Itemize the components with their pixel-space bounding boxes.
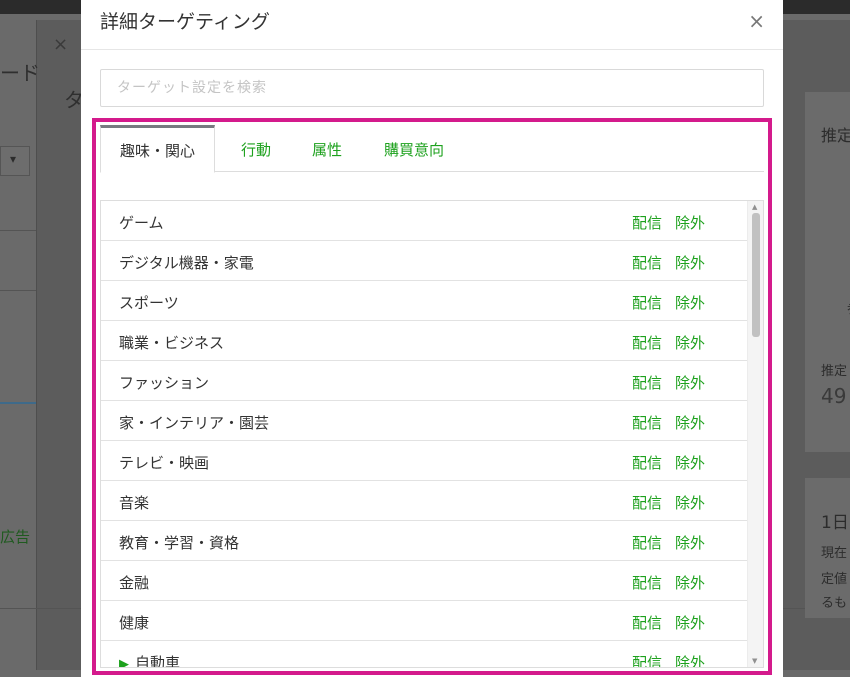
list-item: 家・インテリア・園芸 配信 除外	[101, 401, 763, 441]
exclude-link[interactable]: 除外	[675, 252, 705, 273]
list-item: スポーツ 配信 除外	[101, 281, 763, 321]
background-select: ▾	[0, 146, 30, 176]
exclude-link[interactable]: 除外	[675, 532, 705, 553]
list-item-expandable[interactable]: ▶ 自動車 配信 除外	[101, 641, 763, 667]
list-item-label: スポーツ	[119, 294, 179, 312]
modal-title: 詳細ターゲティング	[100, 11, 270, 33]
exclude-link[interactable]: 除外	[675, 492, 705, 513]
scroll-up-arrow-icon[interactable]: ▲	[752, 203, 757, 211]
deliver-link[interactable]: 配信	[632, 452, 662, 473]
exclude-link[interactable]: 除外	[675, 572, 705, 593]
chevron-down-icon: ▾	[10, 152, 17, 166]
list-item: 音楽 配信 除外	[101, 481, 763, 521]
list-item-label: 教育・学習・資格	[119, 534, 240, 552]
exclude-link[interactable]: 除外	[675, 412, 705, 433]
exclude-link[interactable]: 除外	[675, 332, 705, 353]
list-item: 健康 配信 除外	[101, 601, 763, 641]
list-item-label: デジタル機器・家電	[119, 254, 254, 272]
deliver-link[interactable]: 配信	[632, 252, 662, 273]
detailed-targeting-modal: 詳細ターゲティング × 趣味・関心 行動 属性 購買意向 ゲーム 配信 除外 デ…	[81, 0, 783, 677]
list-item: デジタル機器・家電 配信 除外	[101, 241, 763, 281]
list-item-label: テレビ・映画	[119, 454, 210, 472]
exclude-link[interactable]: 除外	[675, 212, 705, 233]
list-item-label: ▶ 自動車	[119, 652, 180, 667]
background-link-fragment: 広告	[0, 528, 31, 546]
deliver-link[interactable]: 配信	[632, 372, 662, 393]
background-divider	[0, 290, 36, 291]
expand-caret-icon[interactable]: ▶	[119, 657, 129, 667]
list-item-label: 金融	[119, 574, 150, 592]
list-item: ファッション 配信 除外	[101, 361, 763, 401]
list-item-label: 職業・ビジネス	[119, 334, 225, 352]
exclude-link[interactable]: 除外	[675, 372, 705, 393]
modal-header: 詳細ターゲティング ×	[81, 0, 783, 50]
background-heading-fragment: ード	[0, 61, 40, 85]
list-item-label: ファッション	[119, 374, 210, 392]
deliver-link[interactable]: 配信	[632, 332, 662, 353]
list-item: 金融 配信 除外	[101, 561, 763, 601]
tab-purchase-intent[interactable]: 購買意向	[384, 125, 444, 172]
background-estimate-card: 推定 参 推定 49	[805, 92, 850, 452]
deliver-link[interactable]: 配信	[632, 532, 662, 553]
deliver-link[interactable]: 配信	[632, 572, 662, 593]
list-item-label: 家・インテリア・園芸	[119, 414, 270, 432]
list-item: ゲーム 配信 除外	[101, 201, 763, 241]
background-daily-card: 1日 現在 定値 るも	[805, 478, 850, 618]
deliver-link[interactable]: 配信	[632, 412, 662, 433]
deliver-link[interactable]: 配信	[632, 612, 662, 633]
list-item-label: 音楽	[119, 494, 150, 512]
category-list: ゲーム 配信 除外 デジタル機器・家電 配信 除外 スポーツ 配信 除外 職業・…	[100, 200, 764, 668]
tab-attributes[interactable]: 属性	[312, 125, 342, 172]
background-divider	[0, 230, 36, 231]
list-item-label: 健康	[119, 614, 150, 632]
scrollbar-thumb[interactable]	[752, 213, 760, 337]
category-tabs: 趣味・関心 行動 属性 購買意向	[100, 125, 764, 173]
exclude-link[interactable]: 除外	[675, 292, 705, 313]
close-icon[interactable]: ×	[748, 9, 765, 33]
deliver-link[interactable]: 配信	[632, 652, 662, 667]
list-item: 職業・ビジネス 配信 除外	[101, 321, 763, 361]
list-item: テレビ・映画 配信 除外	[101, 441, 763, 481]
tab-behavior[interactable]: 行動	[241, 125, 271, 172]
tab-interests[interactable]: 趣味・関心	[100, 125, 216, 173]
exclude-link[interactable]: 除外	[675, 452, 705, 473]
scroll-down-arrow-icon[interactable]: ▼	[752, 657, 757, 665]
list-item-label: ゲーム	[119, 214, 164, 232]
target-search-input[interactable]	[100, 69, 764, 107]
background-close-icon: ×	[53, 34, 69, 55]
list-scrollbar[interactable]: ▲ ▼	[747, 201, 763, 667]
exclude-link[interactable]: 除外	[675, 612, 705, 633]
deliver-link[interactable]: 配信	[632, 492, 662, 513]
deliver-link[interactable]: 配信	[632, 212, 662, 233]
background-accent-line	[0, 402, 36, 404]
deliver-link[interactable]: 配信	[632, 292, 662, 313]
list-item: 教育・学習・資格 配信 除外	[101, 521, 763, 561]
exclude-link[interactable]: 除外	[675, 652, 705, 667]
